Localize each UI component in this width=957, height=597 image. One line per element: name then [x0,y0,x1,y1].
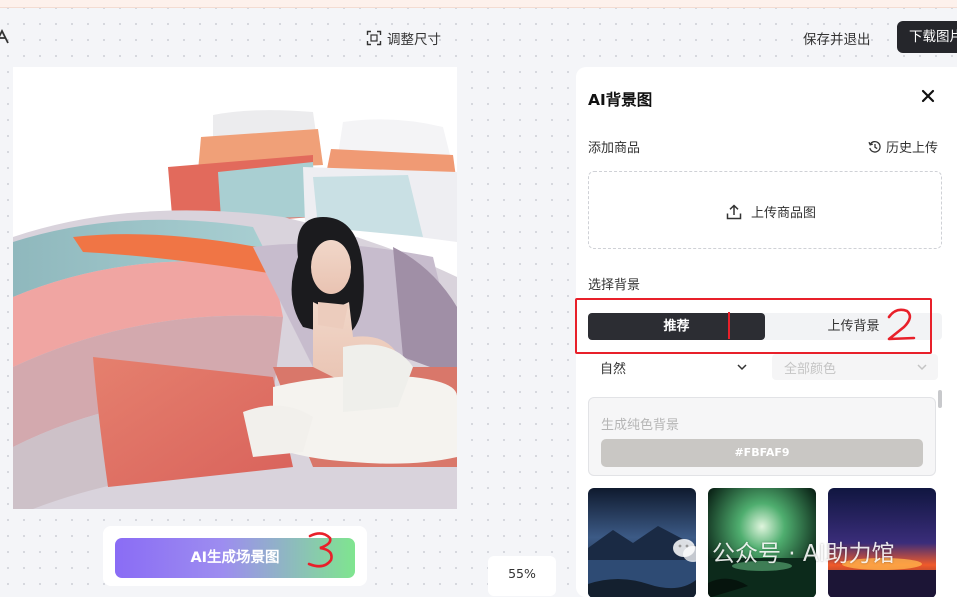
upload-product-dropzone[interactable]: 上传商品图 [588,171,942,249]
color-filter-value: 全部颜色 [784,361,837,377]
upload-icon [726,203,742,219]
panel-title: AI背景图 [588,91,653,109]
annotation-mark-2 [887,308,916,341]
style-filter-dropdown[interactable]: 自然 [588,354,758,380]
solid-background-title: 生成纯色背景 [601,418,680,433]
thumbnail-image [588,488,696,597]
zoom-level-text: 55% [508,566,536,581]
tab-recommended[interactable]: 推荐 [588,313,765,340]
download-image-button[interactable]: 下载图片 [897,21,957,53]
resize-icon [366,30,382,46]
solid-background-card[interactable]: 生成纯色背景 #FBFAF9 [588,397,936,476]
history-icon [868,140,881,153]
resize-button[interactable]: 调整尺寸 [366,28,441,48]
close-icon[interactable] [919,87,937,105]
thumbnail-image [708,488,816,597]
thumbnail-sunset-glow[interactable] [828,488,936,597]
color-filter-dropdown[interactable]: 全部颜色 [772,354,938,380]
image-canvas[interactable] [13,67,457,509]
chevron-down-icon [737,364,747,371]
solid-color-swatch[interactable]: #FBFAF9 [601,439,923,467]
panel-scrollbar[interactable] [938,390,942,408]
upload-product-label: 上传商品图 [751,206,817,221]
annotation-cursor-mark [728,312,730,339]
style-filter-value: 自然 [600,361,627,377]
annotation-mark-3 [307,532,333,568]
app-logo-icon[interactable] [0,28,10,45]
product-image [13,67,457,509]
add-product-label: 添加商品 [588,141,641,156]
save-and-exit-button[interactable]: 保存并退出 [803,28,871,48]
history-upload-button[interactable]: 历史上传 [868,137,938,156]
thumbnail-lake-mountain[interactable] [588,488,696,597]
zoom-level-indicator[interactable]: 55% [488,556,556,596]
select-background-label: 选择背景 [588,278,641,293]
thumbnail-green-aurora[interactable] [708,488,816,597]
history-upload-label: 历史上传 [886,141,939,156]
thumbnail-image [828,488,936,597]
top-toolbar: 调整尺寸 保存并退出 下载图片 [0,7,957,65]
resize-label: 调整尺寸 [387,32,441,48]
chevron-down-icon [917,364,927,371]
